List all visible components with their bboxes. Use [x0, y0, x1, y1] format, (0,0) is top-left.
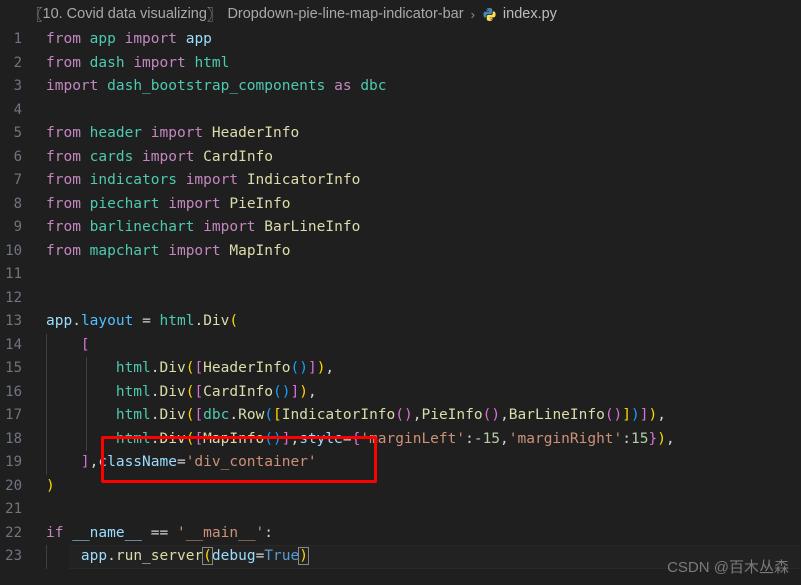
line-number: 9 — [13, 219, 22, 235]
indent-guide — [46, 333, 47, 357]
line-number: 4 — [13, 101, 22, 118]
code-line[interactable]: 7 from indicators import IndicatorInfo — [0, 169, 801, 193]
line-number: 13 — [5, 313, 22, 329]
code-line[interactable]: 22 if __name__ == '__main__': — [0, 522, 801, 546]
line-content[interactable]: html.Div([dbc.Row([IndicatorInfo(),PieIn… — [46, 404, 801, 428]
code-line[interactable]: 18 html.Div([MapInfo()],style={'marginLe… — [0, 427, 801, 451]
line-number: 14 — [5, 336, 22, 353]
vscode-editor-window: 〖 10. Covid data visualizing 〗 Dropdown-pi… — [0, 0, 801, 585]
code-line[interactable]: 15 html.Div([HeaderInfo()]), — [0, 357, 801, 381]
breadcrumb-item-project[interactable]: 10. Covid data visualizing — [43, 6, 207, 22]
indent-guide — [46, 357, 47, 381]
code-line[interactable]: 2 from dash import html — [0, 52, 801, 76]
chevron-right-icon: › — [470, 6, 475, 22]
line-number: 1 — [13, 31, 22, 47]
indent-guide — [46, 427, 47, 451]
code-line[interactable]: 8 from piechart import PieInfo — [0, 193, 801, 217]
line-content[interactable]: app.layout = html.Div( — [46, 310, 801, 334]
indent-guide — [86, 404, 87, 428]
line-content[interactable]: from barlinechart import BarLineInfo — [46, 216, 801, 240]
code-line[interactable]: 16 html.Div([CardInfo()]), — [0, 380, 801, 404]
line-content[interactable]: ) — [46, 475, 801, 499]
code-line[interactable]: 3 import dash_bootstrap_components as db… — [0, 75, 801, 99]
code-line[interactable]: 17 html.Div([dbc.Row([IndicatorInfo(),Pi… — [0, 404, 801, 428]
line-number: 15 — [5, 360, 22, 376]
bracket-match-open: ( — [202, 547, 213, 565]
watermark: CSDN @百木丛森 — [667, 559, 789, 576]
line-content[interactable]: from cards import CardInfo — [46, 146, 801, 170]
line-number: 21 — [5, 501, 22, 517]
line-number: 22 — [5, 524, 22, 541]
python-icon — [482, 7, 497, 22]
indent-guide — [46, 545, 47, 569]
line-content[interactable]: from indicators import IndicatorInfo — [46, 169, 801, 193]
code-line[interactable]: 20 ) — [0, 475, 801, 499]
breadcrumb-bracket-open: 〖 — [28, 7, 43, 24]
line-number: 5 — [13, 125, 22, 141]
code-line[interactable]: 12 — [0, 287, 801, 311]
bracket-match-close: ) — [298, 547, 309, 565]
indent-guide — [46, 451, 47, 475]
breadcrumb[interactable]: 〖 10. Covid data visualizing 〗 Dropdown-pi… — [0, 0, 801, 28]
code-line[interactable]: 5 from header import HeaderInfo — [0, 122, 801, 146]
line-content[interactable]: from mapchart import MapInfo — [46, 240, 801, 264]
line-number: 7 — [13, 172, 22, 188]
line-content[interactable]: ],className='div_container' — [46, 451, 801, 475]
line-content[interactable]: from app import app — [46, 28, 801, 52]
line-number: 16 — [5, 383, 22, 400]
line-content[interactable]: if __name__ == '__main__': — [46, 522, 801, 546]
code-line[interactable]: 13 app.layout = html.Div( — [0, 310, 801, 334]
code-line[interactable]: 14 [ — [0, 333, 801, 357]
code-line[interactable]: 4 — [0, 99, 801, 123]
breadcrumb-item-folder[interactable]: Dropdown-pie-line-map-indicator-bar — [227, 6, 463, 22]
code-line[interactable]: 19 ],className='div_container' — [0, 451, 801, 475]
line-content[interactable]: from piechart import PieInfo — [46, 193, 801, 217]
indent-guide — [86, 427, 87, 451]
line-content[interactable]: html.Div([HeaderInfo()]), — [46, 357, 801, 381]
line-content[interactable]: html.Div([CardInfo()]), — [46, 380, 801, 404]
line-number: 6 — [13, 148, 22, 165]
line-number: 3 — [13, 78, 22, 94]
indent-guide — [46, 380, 47, 404]
code-line[interactable]: 6 from cards import CardInfo — [0, 146, 801, 170]
line-number: 10 — [5, 242, 22, 259]
line-content[interactable]: from header import HeaderInfo — [46, 122, 801, 146]
line-number: 23 — [5, 548, 22, 564]
line-content[interactable]: html.Div([MapInfo()],style={'marginLeft'… — [46, 427, 801, 451]
code-line[interactable]: 1 from app import app — [0, 28, 801, 52]
line-number: 17 — [5, 407, 22, 423]
line-number: 8 — [13, 195, 22, 212]
line-number: 2 — [13, 54, 22, 71]
line-content[interactable]: from dash import html — [46, 52, 801, 76]
breadcrumb-item-file[interactable]: index.py — [503, 6, 557, 22]
code-line[interactable]: 11 — [0, 263, 801, 287]
line-number: 18 — [5, 430, 22, 447]
line-number: 12 — [5, 289, 22, 306]
indent-guide — [86, 357, 87, 381]
line-content[interactable]: [ — [46, 333, 801, 357]
breadcrumb-bracket-close: 〗 — [206, 7, 222, 24]
line-number: 19 — [5, 454, 22, 470]
code-line[interactable]: 10 from mapchart import MapInfo — [0, 240, 801, 264]
code-line[interactable]: 21 — [0, 498, 801, 522]
line-content[interactable]: import dash_bootstrap_components as dbc — [46, 75, 801, 99]
line-number: 20 — [5, 477, 22, 494]
indent-guide — [46, 404, 47, 428]
code-line[interactable]: 9 from barlinechart import BarLineInfo — [0, 216, 801, 240]
line-number: 11 — [5, 266, 22, 282]
code-editor[interactable]: 1 from app import app 2 from dash import… — [0, 28, 801, 585]
indent-guide — [86, 380, 87, 404]
